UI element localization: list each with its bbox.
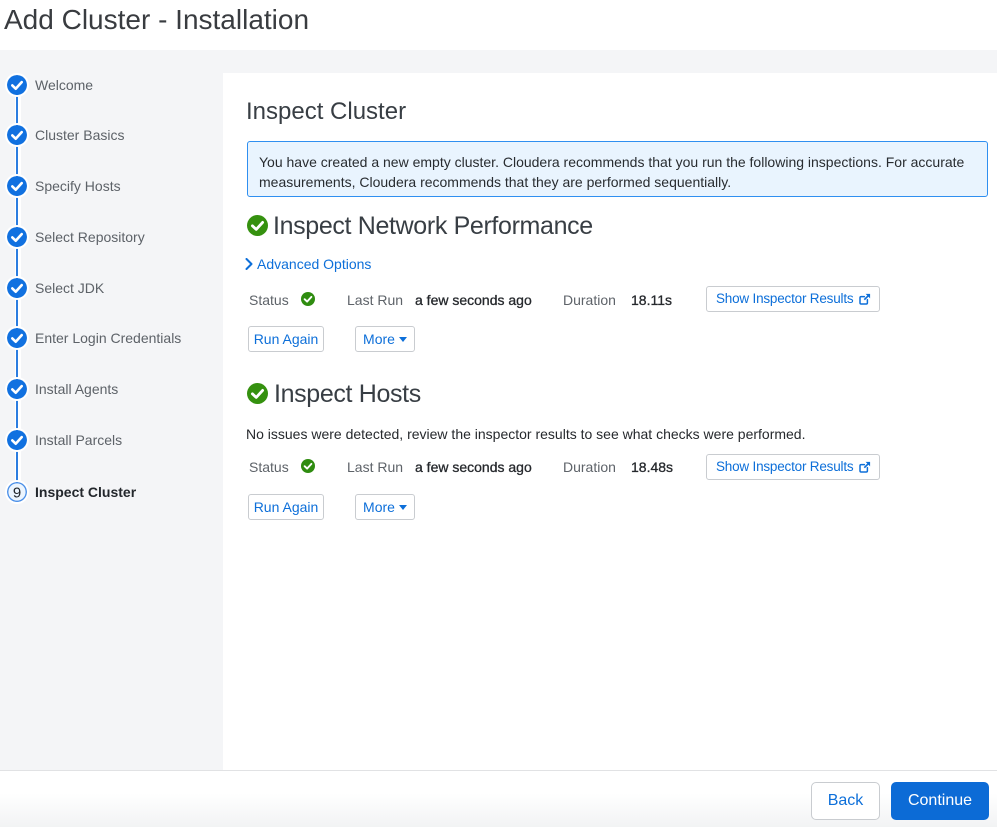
svg-text:9: 9 [13, 484, 21, 501]
